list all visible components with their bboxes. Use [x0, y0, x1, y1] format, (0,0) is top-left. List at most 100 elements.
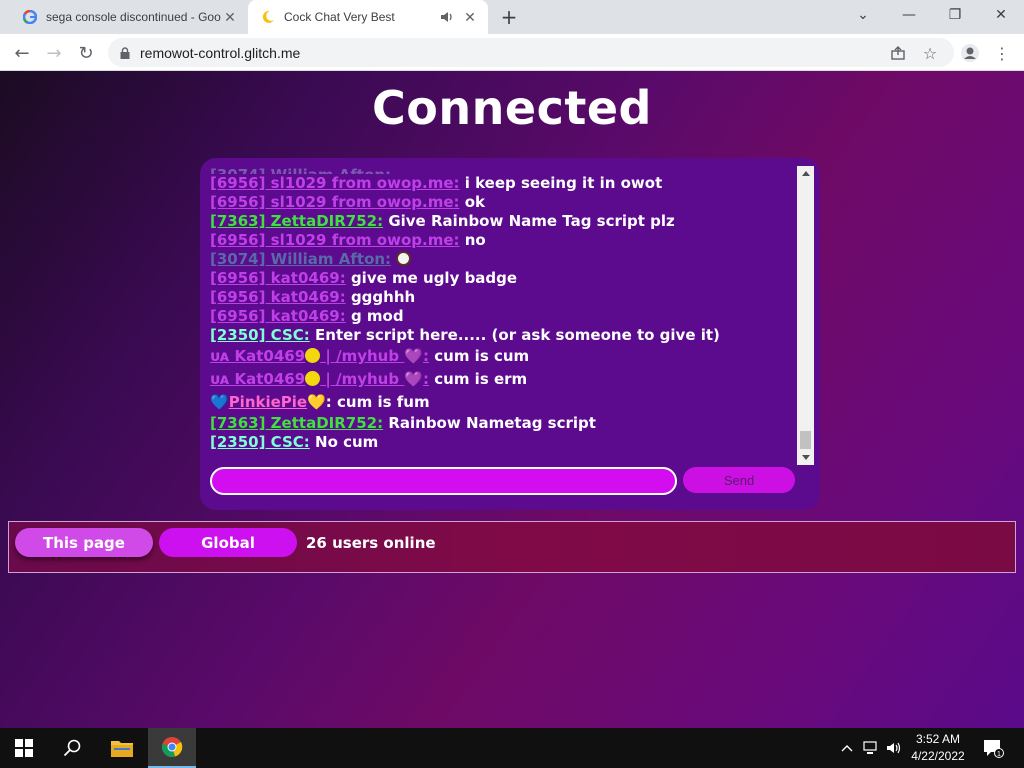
chat-message: [2350] CSC: No cum: [210, 433, 796, 452]
moon-icon: [260, 9, 276, 25]
google-icon: [22, 9, 38, 25]
tab-google-search[interactable]: sega console discontinued - Goo ✕: [8, 0, 248, 34]
chat-text: ggghhh: [350, 288, 416, 306]
chat-username-suffix[interactable]: | /myhub: [320, 370, 404, 388]
forward-button[interactable]: →: [40, 39, 68, 67]
chat-username[interactable]: [6956] kat0469:: [210, 269, 346, 287]
chat-message: ᴜᴀ Kat0469 | /myhub 💜: cum is erm: [210, 368, 796, 391]
chat-username-suffix[interactable]: | /myhub: [320, 347, 404, 365]
restore-button[interactable]: ❐: [932, 0, 978, 30]
chat-text: Rainbow Nametag script: [388, 414, 596, 432]
windows-start-icon[interactable]: [0, 728, 48, 768]
notification-count: 1: [997, 751, 1001, 758]
reload-button[interactable]: ↻: [72, 39, 100, 67]
chat-username[interactable]: [6956] kat0469:: [210, 452, 346, 453]
network-icon[interactable]: [861, 728, 881, 768]
chat-message: [3074] William Afton:: [210, 250, 796, 269]
chat-message: [7363] ZettaDIR752: Give Rainbow Name Ta…: [210, 212, 796, 231]
chat-username[interactable]: [6956] sl1029 from owop.me:: [210, 174, 460, 192]
chat-message: ᴜᴀ Kat0469 | /myhub 💜: cum is cum: [210, 345, 796, 368]
search-icon[interactable]: [48, 728, 96, 768]
tab-title: Cock Chat Very Best: [284, 10, 395, 24]
chat-username[interactable]: [3074] William Afton:: [210, 250, 391, 268]
scroll-thumb[interactable]: [800, 431, 811, 449]
yellow-heart-icon: 💛: [307, 393, 326, 411]
tab-global[interactable]: Global: [159, 528, 297, 557]
tab-chat[interactable]: Cock Chat Very Best ✕: [248, 0, 488, 34]
tab-search-icon[interactable]: ⌄: [840, 0, 886, 30]
new-tab-button[interactable]: +: [498, 5, 520, 29]
colon: :: [423, 347, 430, 365]
chat-username[interactable]: [6956] sl1029 from owop.me:: [210, 231, 460, 249]
colon: :: [325, 393, 332, 411]
file-explorer-icon[interactable]: [98, 728, 146, 768]
chat-username[interactable]: [6956] kat0469:: [210, 288, 346, 306]
purple-heart-icon: 💜: [404, 370, 424, 388]
scroll-up-arrow-icon[interactable]: [797, 166, 814, 180]
chat-text: no: [464, 231, 486, 249]
chrome-icon[interactable]: [148, 728, 196, 768]
notification-icon[interactable]: 1: [980, 728, 1006, 768]
share-icon[interactable]: [886, 41, 910, 65]
chat-text: cum is fum: [337, 393, 430, 411]
send-button[interactable]: Send: [683, 467, 795, 493]
tab-strip: sega console discontinued - Goo ✕ Cock C…: [0, 0, 1024, 34]
browser-toolbar: ← → ↻ remowot-control.glitch.me ☆ ⋮: [0, 34, 1024, 71]
chat-message: 💙PinkiePie💛: cum is fum: [210, 391, 796, 414]
chat-input[interactable]: [210, 467, 677, 495]
taskbar-clock[interactable]: 3:52 AM 4/22/2022: [900, 731, 976, 765]
chat-username[interactable]: ᴜᴀ Kat0469: [210, 347, 305, 365]
close-window-button[interactable]: ✕: [978, 0, 1024, 30]
chat-username[interactable]: PinkiePie: [229, 393, 307, 411]
clock-date: 4/22/2022: [911, 749, 965, 763]
bear-icon: [396, 251, 412, 266]
scrollbar[interactable]: [797, 166, 814, 465]
close-icon[interactable]: ✕: [462, 9, 478, 25]
chat-username[interactable]: [6956] sl1029 from owop.me:: [210, 193, 460, 211]
profile-avatar-icon[interactable]: [958, 41, 982, 65]
lock-icon[interactable]: [120, 46, 130, 59]
chat-username[interactable]: [7363] ZettaDIR752:: [210, 414, 383, 432]
chat-text: give me ugly badge: [350, 269, 518, 287]
tray-chevron-up-icon[interactable]: [838, 728, 856, 768]
tab-this-page[interactable]: This page: [15, 528, 153, 557]
lemon-icon: [305, 371, 321, 386]
chat-page: Connected [3074] William Afton: ........…: [0, 71, 1024, 728]
tab-title: sega console discontinued - Goo: [46, 10, 221, 24]
list-item-partial: [3074] William Afton: ..................…: [210, 166, 796, 174]
menu-dots-icon[interactable]: ⋮: [990, 41, 1014, 65]
chat-text: Give Rainbow Name Tag script plz: [388, 212, 675, 230]
bookmark-star-icon[interactable]: ☆: [918, 41, 942, 65]
chat-text: g mod: [350, 307, 404, 325]
room-panel: This page Global 26 users online: [8, 521, 1016, 573]
page-title: Connected: [372, 81, 652, 135]
close-icon[interactable]: ✕: [222, 9, 238, 25]
chat-message: [6956] sl1029 from owop.me: i keep seein…: [210, 174, 796, 193]
chat-text: Enter script here..... (or ask someone t…: [315, 326, 720, 344]
chat-box: [3074] William Afton: ..................…: [200, 158, 820, 510]
chat-message: [6956] kat0469: give me ugly badge: [210, 269, 796, 288]
chat-text: ok: [464, 193, 486, 211]
address-bar[interactable]: remowot-control.glitch.me: [108, 38, 954, 67]
chat-username[interactable]: [6956] kat0469:: [210, 307, 346, 325]
purple-heart-icon: 💜: [404, 347, 424, 365]
speaker-icon[interactable]: [440, 11, 454, 23]
chat-username[interactable]: [7363] ZettaDIR752:: [210, 212, 383, 230]
chat-message: [7363] ZettaDIR752: Rainbow Nametag scri…: [210, 414, 796, 433]
chat-username[interactable]: ᴜᴀ Kat0469: [210, 370, 305, 388]
chat-message: [6956] sl1029 from owop.me: ok: [210, 193, 796, 212]
url-text: remowot-control.glitch.me: [140, 44, 301, 61]
scroll-down-arrow-icon[interactable]: [797, 451, 814, 465]
chat-message: [2350] CSC: Enter script here..... (or a…: [210, 326, 796, 345]
windows-taskbar: 3:52 AM 4/22/2022 1: [0, 728, 1024, 768]
lemon-icon: [305, 348, 321, 363]
chat-username[interactable]: [2350] CSC:: [210, 433, 310, 451]
minimize-button[interactable]: —: [886, 0, 932, 30]
message-list[interactable]: [3074] William Afton: ..................…: [210, 166, 796, 453]
chat-username[interactable]: [2350] CSC:: [210, 326, 310, 344]
colon: :: [423, 370, 430, 388]
chat-message: [6956] kat0469: cum is white: [210, 452, 796, 453]
back-button[interactable]: ←: [8, 39, 36, 67]
users-online-count: 26 users online: [306, 534, 436, 552]
chat-message: [6956] kat0469: ggghhh: [210, 288, 796, 307]
